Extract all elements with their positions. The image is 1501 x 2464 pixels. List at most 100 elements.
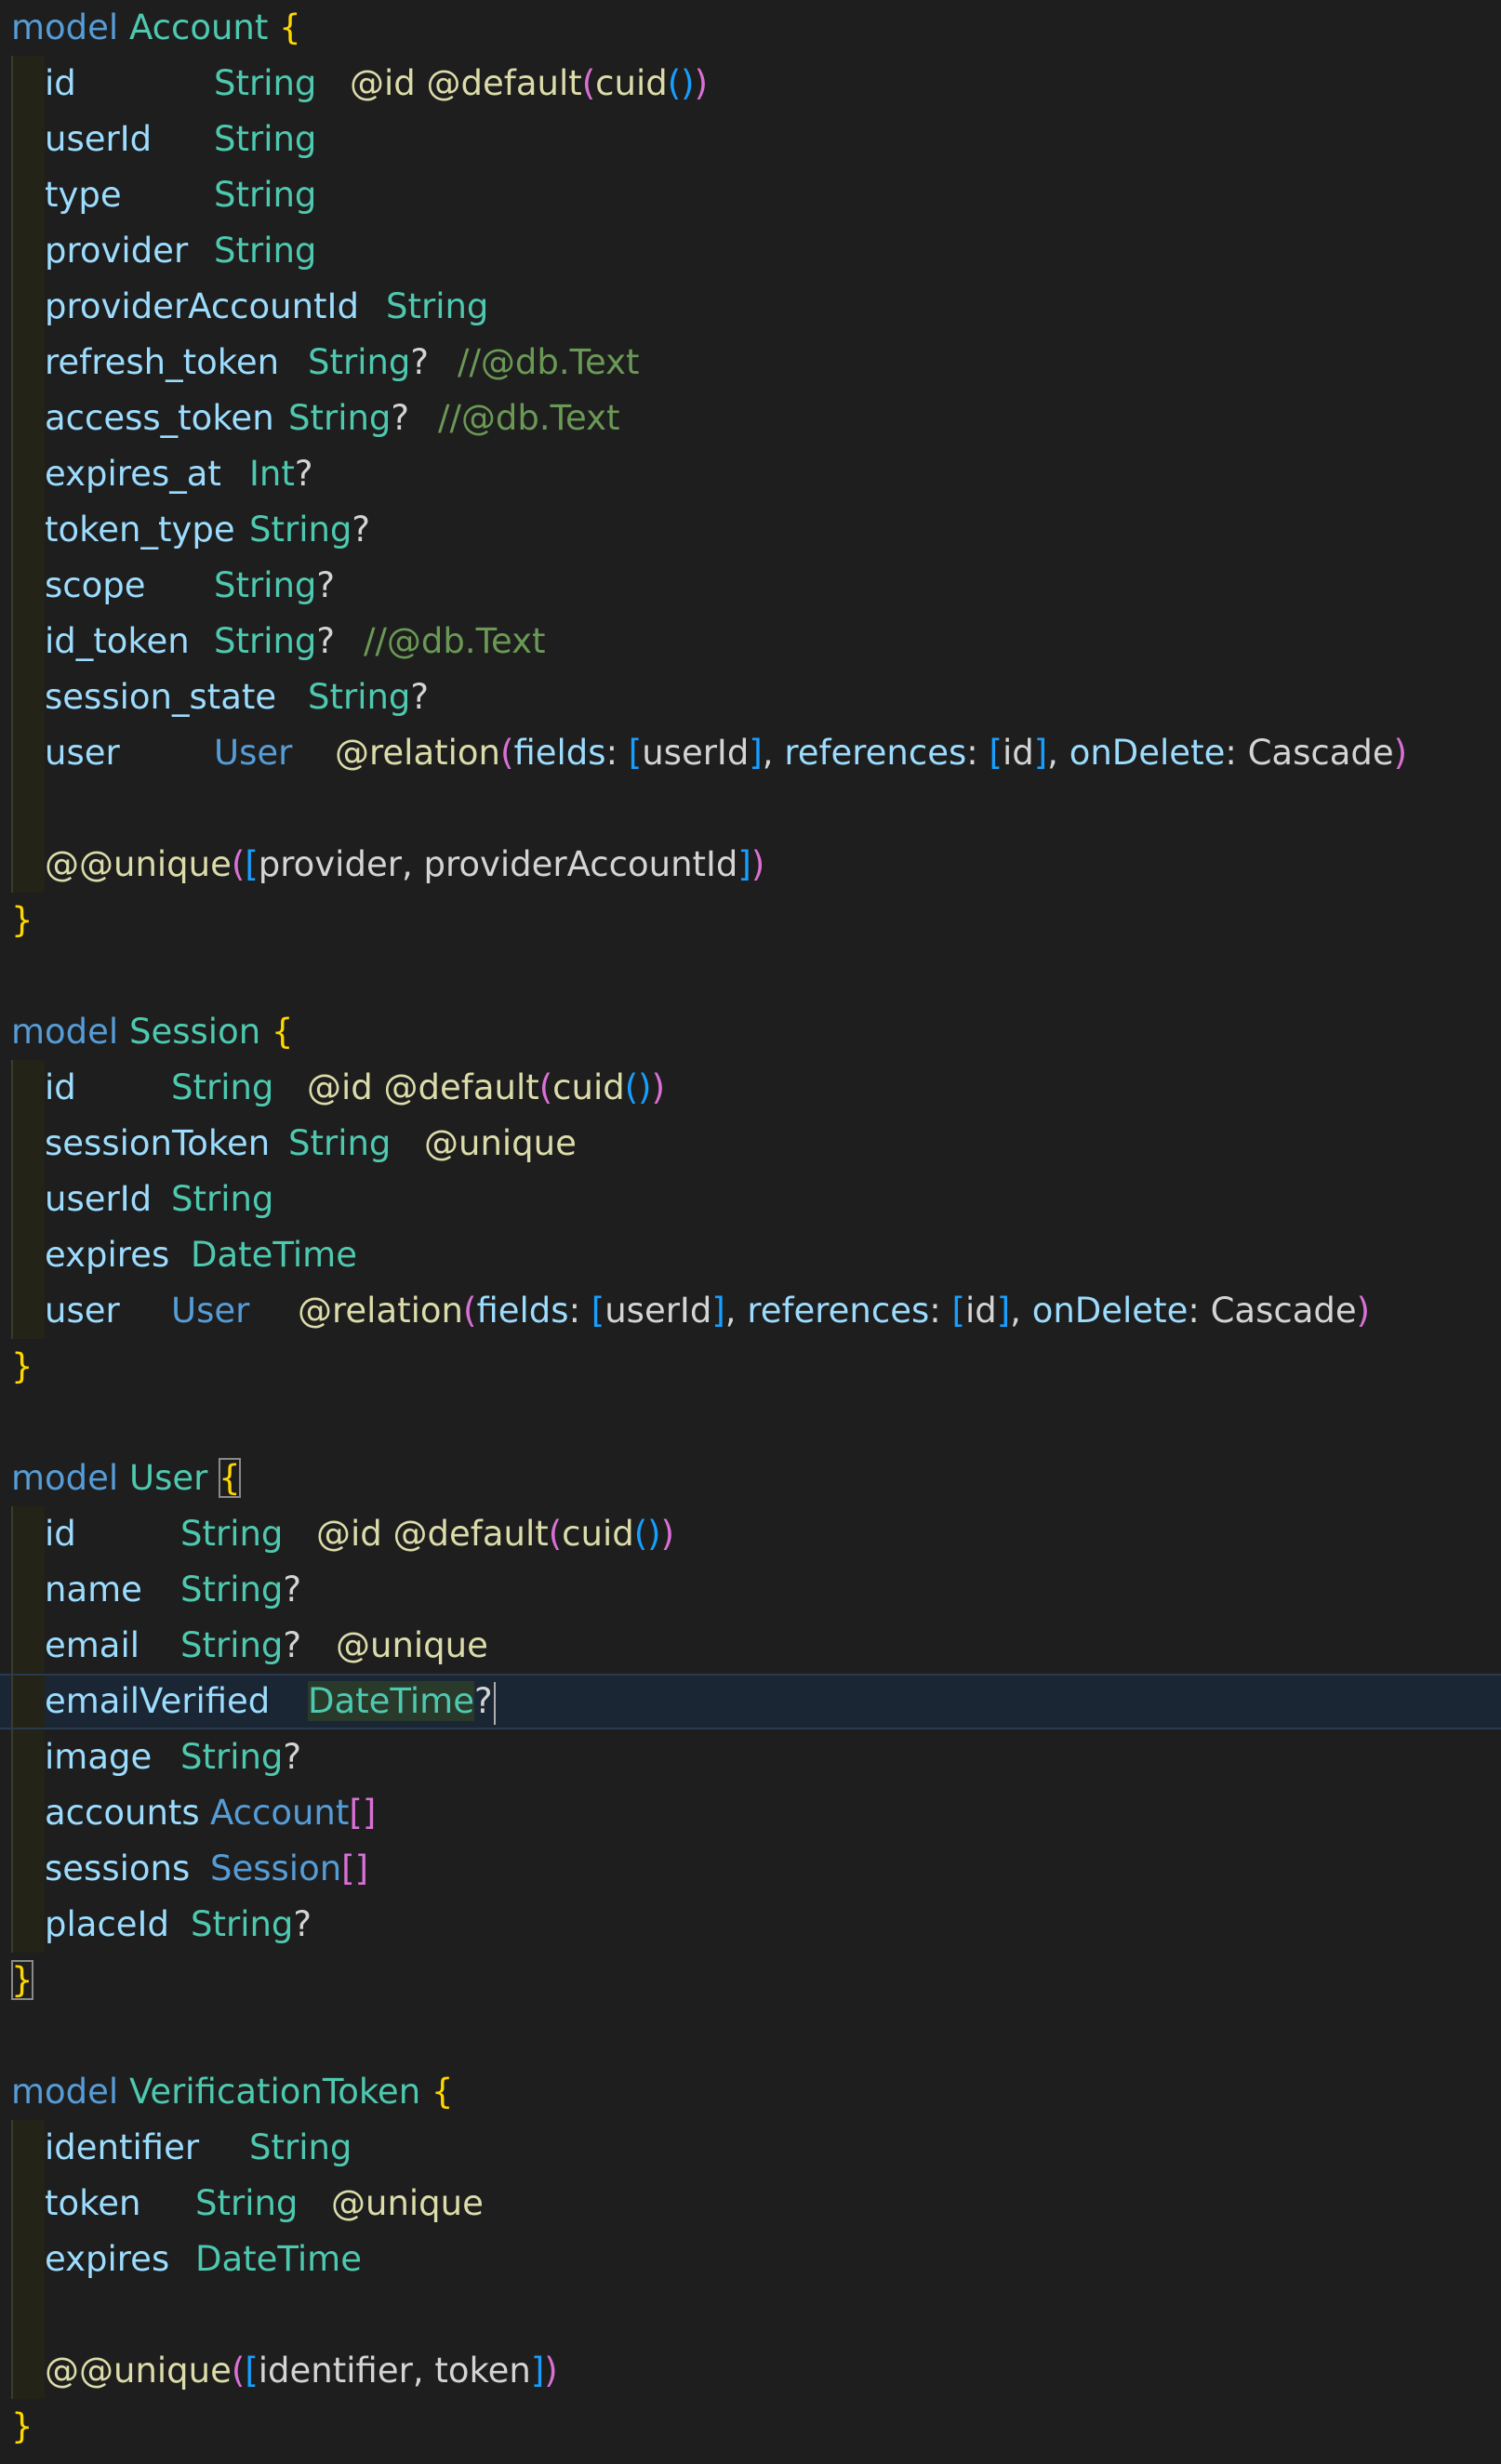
attribute: @id	[307, 1067, 373, 1107]
model-header-verificationtoken[interactable]: model VerificationToken {	[0, 2064, 1501, 2120]
blank-line[interactable]	[0, 948, 1501, 1004]
field-row-accounts[interactable]: accounts Account[]	[0, 1785, 1501, 1841]
argument-value: token	[434, 2351, 531, 2391]
model-close-verificationtoken[interactable]: }	[0, 2399, 1501, 2455]
field-type: DateTime	[195, 2239, 362, 2279]
model-keyword: model	[11, 1012, 119, 1052]
field-name: providerAccountId	[45, 286, 359, 326]
field-type: DateTime	[308, 1681, 474, 1721]
field-row-provider[interactable]: provider String	[0, 223, 1501, 279]
blank-line[interactable]	[0, 1395, 1501, 1451]
bracket: (	[667, 63, 682, 103]
bracket: [	[628, 733, 643, 773]
field-row-access_token[interactable]: access_token String? //@db.Text	[0, 391, 1501, 446]
field-row-id[interactable]: id String @id @default(cuid())	[0, 56, 1501, 112]
bracket: (	[500, 733, 514, 773]
field-row-sessionToken[interactable]: sessionToken String @unique	[0, 1116, 1501, 1172]
field-row-placeId[interactable]: placeId String?	[0, 1897, 1501, 1953]
blank-line[interactable]	[0, 781, 1501, 837]
code-segment: String?	[308, 335, 429, 391]
code-segment: userId	[45, 112, 152, 167]
field-row-expires[interactable]: expires DateTime	[0, 1227, 1501, 1283]
punctuation	[416, 63, 427, 103]
field-row-type[interactable]: type String	[0, 167, 1501, 223]
field-row-id[interactable]: id String @id @default(cuid())	[0, 1506, 1501, 1562]
field-row-name[interactable]: name String?	[0, 1562, 1501, 1618]
field-row-userId[interactable]: userId String	[0, 1172, 1501, 1227]
model-close-account[interactable]: }	[0, 893, 1501, 948]
indent-guide	[11, 1506, 45, 1562]
indent-guide	[11, 1841, 45, 1897]
argument-name: references	[784, 733, 967, 773]
indent-guide	[11, 1676, 45, 1728]
punctuation: ,	[412, 2351, 424, 2391]
code-editor[interactable]: model Account {id String @id @default(cuid…	[0, 0, 1501, 2464]
bracket: [	[989, 733, 1003, 773]
field-row-token[interactable]: token String @unique	[0, 2176, 1501, 2232]
code-segment: @id @default(cuid())	[307, 1060, 665, 1116]
punctuation	[978, 733, 990, 773]
field-row-emailVerified[interactable]: emailVerified DateTime?	[0, 1674, 1501, 1729]
field-row-image[interactable]: image String?	[0, 1729, 1501, 1785]
model-header-user[interactable]: model User {	[0, 1451, 1501, 1506]
code-segment: User	[214, 725, 292, 781]
field-name: access_token	[45, 398, 274, 438]
field-row-expires_at[interactable]: expires_at Int?	[0, 446, 1501, 502]
field-name: identifier	[45, 2127, 200, 2167]
argument-value: Cascade	[1210, 1291, 1357, 1331]
blank-line[interactable]	[0, 2008, 1501, 2064]
bracket: )	[544, 2351, 558, 2391]
punctuation: :	[568, 1291, 581, 1331]
field-row-id[interactable]: id String @id @default(cuid())	[0, 1060, 1501, 1116]
model-close-user[interactable]: }	[0, 1953, 1501, 2008]
field-row-email[interactable]: email String? @unique	[0, 1618, 1501, 1674]
argument-name: onDelete	[1031, 1291, 1189, 1331]
argument-value: cuid	[595, 63, 668, 103]
field-type: String	[171, 1179, 274, 1219]
code-segment: String	[214, 223, 316, 279]
field-name: token_type	[45, 510, 235, 550]
field-type: String	[214, 231, 317, 271]
model-close-session[interactable]: }	[0, 1339, 1501, 1395]
argument-value: providerAccountId	[423, 844, 738, 884]
model-name: Session	[128, 1012, 261, 1052]
punctuation: :	[605, 733, 618, 773]
field-row-id_token[interactable]: id_token String? //@db.Text	[0, 614, 1501, 669]
attribute: @id	[350, 63, 416, 103]
field-row-scope[interactable]: scope String?	[0, 558, 1501, 614]
close-brace: }	[11, 1346, 33, 1386]
field-name: sessionToken	[45, 1123, 271, 1163]
field-row-sessions[interactable]: sessions Session[]	[0, 1841, 1501, 1897]
block-attribute-row[interactable]: @@unique([identifier, token])	[0, 2343, 1501, 2399]
field-row-token_type[interactable]: token_type String?	[0, 502, 1501, 558]
code-segment: id	[45, 1060, 76, 1116]
block-attribute-row[interactable]: @@unique([provider, providerAccountId])	[0, 837, 1501, 893]
field-row-session_state[interactable]: session_state String?	[0, 669, 1501, 725]
bracket: ]	[749, 733, 763, 773]
code-segment: expires	[45, 2232, 169, 2287]
code-segment: @unique	[424, 1116, 577, 1172]
field-row-user[interactable]: user User @relation(fields: [userId], refe…	[0, 725, 1501, 781]
model-header-account[interactable]: model Account {	[0, 0, 1501, 56]
field-row-user[interactable]: user User @relation(fields: [userId], refe…	[0, 1283, 1501, 1339]
model-name: VerificationToken	[128, 2072, 421, 2112]
field-row-expires[interactable]: expires DateTime	[0, 2232, 1501, 2287]
indent-guide	[11, 279, 45, 335]
field-name: userId	[45, 1179, 153, 1219]
code-segment: Session[]	[210, 1841, 368, 1897]
optional-marker: ?	[283, 1625, 302, 1665]
attribute: @relation	[335, 733, 500, 773]
field-row-userId[interactable]: userId String	[0, 112, 1501, 167]
attribute: @default	[426, 63, 582, 103]
argument-value: cuid	[562, 1514, 634, 1554]
field-type: String	[171, 1067, 274, 1107]
indent-guide	[11, 167, 45, 223]
model-header-session[interactable]: model Session {	[0, 1004, 1501, 1060]
field-row-identifier[interactable]: identifier String	[0, 2120, 1501, 2176]
field-row-refresh_token[interactable]: refresh_token String? //@db.Text	[0, 335, 1501, 391]
field-row-providerAccountId[interactable]: providerAccountId String	[0, 279, 1501, 335]
blank-line[interactable]	[0, 2287, 1501, 2343]
indent-guide	[11, 446, 45, 502]
code-segment: session_state	[45, 669, 276, 725]
